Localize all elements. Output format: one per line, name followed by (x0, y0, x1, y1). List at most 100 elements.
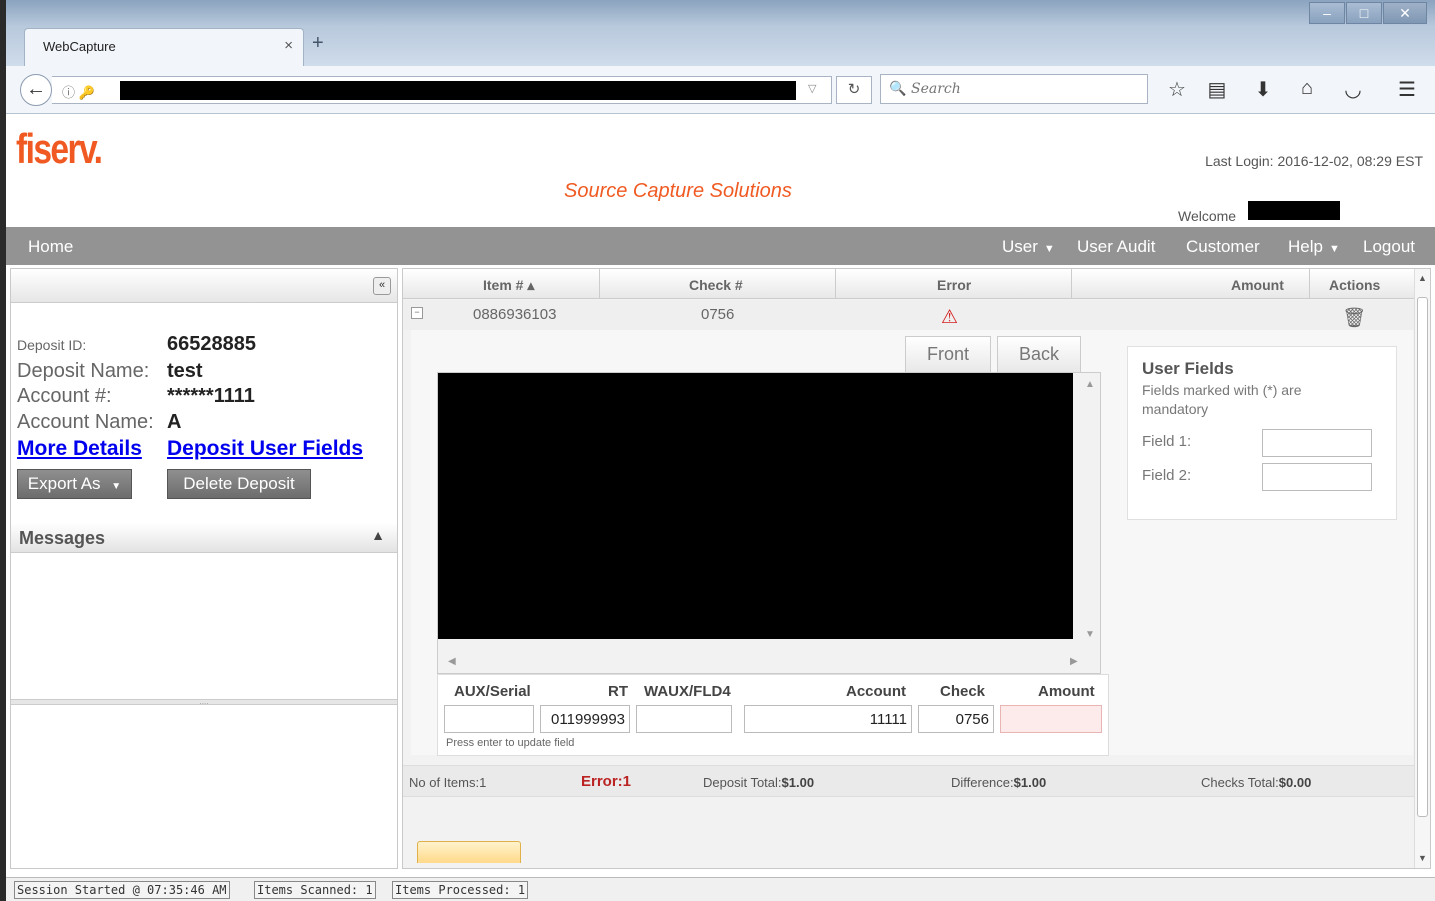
menu-user[interactable]: User ▼ (1002, 237, 1055, 257)
maximize-icon[interactable]: □ (1346, 2, 1382, 24)
warning-icon[interactable]: ⚠ (941, 306, 958, 329)
column-check[interactable]: Check # (689, 277, 743, 293)
close-window-icon[interactable]: ✕ (1383, 2, 1427, 24)
deposit-total-value: $1.00 (781, 775, 815, 790)
search-icon: 🔍 (889, 80, 907, 96)
deposit-name-label: Deposit Name: (17, 360, 150, 382)
field2-label: Field 2: (1142, 467, 1192, 484)
difference: Difference:$1.00 (951, 775, 1046, 790)
reading-list-icon[interactable]: ▤ (1204, 77, 1230, 102)
messages-title: Messages (19, 528, 106, 548)
deposit-name-value: test (167, 360, 203, 382)
new-tab-icon[interactable]: + (312, 32, 324, 55)
deposit-id-value: 66528885 (167, 333, 256, 355)
rt-header: RT (608, 683, 628, 700)
checks-total: Checks Total:$0.00 (1201, 775, 1311, 790)
pocket-icon[interactable]: ◡ (1340, 77, 1366, 102)
chevron-down-icon: ▼ (1043, 243, 1055, 255)
tab-front[interactable]: Front (905, 336, 991, 372)
action-button[interactable] (417, 841, 521, 863)
tab-close-icon[interactable]: × (284, 37, 293, 54)
menu-home[interactable]: Home (28, 237, 73, 257)
menu-customer[interactable]: Customer (1186, 237, 1260, 257)
field1-input[interactable] (1262, 429, 1372, 457)
deposit-total-label: Deposit Total: (703, 775, 782, 790)
reload-icon[interactable]: ↻ (836, 76, 872, 104)
title-bar: – □ ✕ WebCapture × + (6, 0, 1435, 66)
bookmark-star-icon[interactable]: ☆ (1164, 77, 1190, 102)
field1-label: Field 1: (1142, 433, 1192, 450)
difference-label: Difference: (951, 775, 1014, 790)
url-redaction (120, 81, 796, 100)
search-input[interactable] (911, 80, 1131, 98)
back-arrow-icon[interactable]: ← (20, 74, 52, 106)
image-vertical-scrollbar[interactable]: ▲ ▼ (1080, 373, 1100, 653)
check-image-viewer: ▲ ▼ ◀ ▶ (437, 372, 1101, 674)
checks-total-label: Checks Total: (1201, 775, 1279, 790)
export-as-button[interactable]: Export As ▼ (17, 469, 132, 499)
tab-back[interactable]: Back (997, 336, 1081, 372)
amount-header: Amount (1038, 683, 1095, 700)
waux-field[interactable] (636, 705, 732, 733)
hamburger-menu-icon[interactable]: ☰ (1394, 77, 1420, 102)
chevron-down-icon: ▼ (1328, 243, 1340, 255)
panel-splitter[interactable]: .... (11, 698, 397, 706)
grid-header: Item # ▴ Check # Error Amount Actions (403, 269, 1415, 299)
url-bar[interactable]: ⓘ 🔑 ▽ (52, 76, 832, 104)
delete-deposit-button[interactable]: Delete Deposit (167, 469, 311, 499)
rt-field[interactable] (540, 705, 630, 733)
scroll-up-icon[interactable]: ▲ (1418, 273, 1427, 283)
browser-tab[interactable]: WebCapture × (24, 28, 304, 66)
aux-serial-field[interactable] (444, 705, 534, 733)
scroll-down-icon[interactable]: ▼ (1418, 853, 1427, 863)
trash-icon[interactable]: 🗑 (1342, 306, 1366, 330)
column-item[interactable]: Item # ▴ (483, 277, 534, 294)
scrollbar-thumb[interactable] (1417, 297, 1428, 817)
menu-help[interactable]: Help ▼ (1288, 237, 1340, 257)
account-name-value: A (167, 411, 182, 433)
deposit-panel: « Deposit ID: 66528885 Deposit Name: tes… (10, 268, 398, 869)
collapse-row-icon[interactable]: − (411, 307, 423, 319)
navigation-bar: ← ⓘ 🔑 ▽ ↻ 🔍 ☆ ▤ ⬇ ⌂ ◡ ☰ (6, 66, 1435, 114)
url-dropdown-icon[interactable]: ▽ (808, 82, 816, 95)
main-menu: Home User ▼ User Audit Customer Help ▼ Log… (6, 227, 1435, 265)
field2-input[interactable] (1262, 463, 1372, 491)
error-count: Error:1 (581, 773, 632, 790)
export-as-label: Export As (27, 474, 101, 493)
column-amount[interactable]: Amount (1231, 277, 1284, 293)
column-actions: Actions (1329, 277, 1381, 293)
search-bar[interactable]: 🔍 (880, 74, 1148, 104)
check-field[interactable] (918, 705, 994, 733)
difference-value: $1.00 (1013, 775, 1047, 790)
panel-scrollbar[interactable]: ▲ ▼ (1414, 269, 1430, 868)
home-icon[interactable]: ⌂ (1294, 77, 1320, 100)
more-details-link[interactable]: More Details (17, 437, 142, 461)
user-fields-note: Fields marked with (*) are mandatory (1142, 382, 1302, 417)
deposit-user-fields-link[interactable]: Deposit User Fields (167, 437, 363, 461)
deposit-id-label: Deposit ID: (17, 337, 87, 353)
deposit-summary: No of Items:1 Error:1 Deposit Total:$1.0… (403, 765, 1415, 797)
amount-field[interactable] (1000, 705, 1102, 733)
waux-header: WAUX/FLD4 (644, 683, 731, 700)
field-hint: Press enter to update field (446, 737, 575, 749)
download-icon[interactable]: ⬇ (1250, 77, 1276, 102)
item-number: 0886936103 (473, 306, 557, 323)
image-horizontal-scrollbar[interactable]: ◀ ▶ (438, 651, 1100, 673)
messages-header[interactable]: Messages ▲ (11, 523, 397, 553)
account-field[interactable] (744, 705, 912, 733)
site-info-icon[interactable]: ⓘ 🔑 (62, 82, 95, 101)
collapse-up-icon[interactable]: ▲ (371, 527, 385, 543)
checks-total-value: $0.00 (1278, 775, 1312, 790)
column-error[interactable]: Error (937, 277, 971, 293)
table-row[interactable]: − 0886936103 0756 ⚠ 🗑 (403, 300, 1415, 330)
menu-logout[interactable]: Logout (1363, 237, 1415, 257)
menu-user-audit[interactable]: User Audit (1077, 237, 1155, 257)
chevron-down-icon: ▼ (111, 481, 122, 492)
status-bar: Session Started @ 07:35:46 AM Items Scan… (6, 877, 1435, 901)
collapse-left-icon[interactable]: « (373, 277, 391, 295)
page: fiserv. Source Capture Solutions Last Lo… (6, 115, 1435, 901)
account-number-label: Account #: (17, 385, 112, 407)
minimize-icon[interactable]: – (1309, 2, 1345, 24)
browser-window: – □ ✕ WebCapture × + ← ⓘ 🔑 ▽ ↻ 🔍 ☆ ▤ ⬇ ⌂… (6, 0, 1435, 901)
menu-user-label: User (1002, 237, 1038, 256)
